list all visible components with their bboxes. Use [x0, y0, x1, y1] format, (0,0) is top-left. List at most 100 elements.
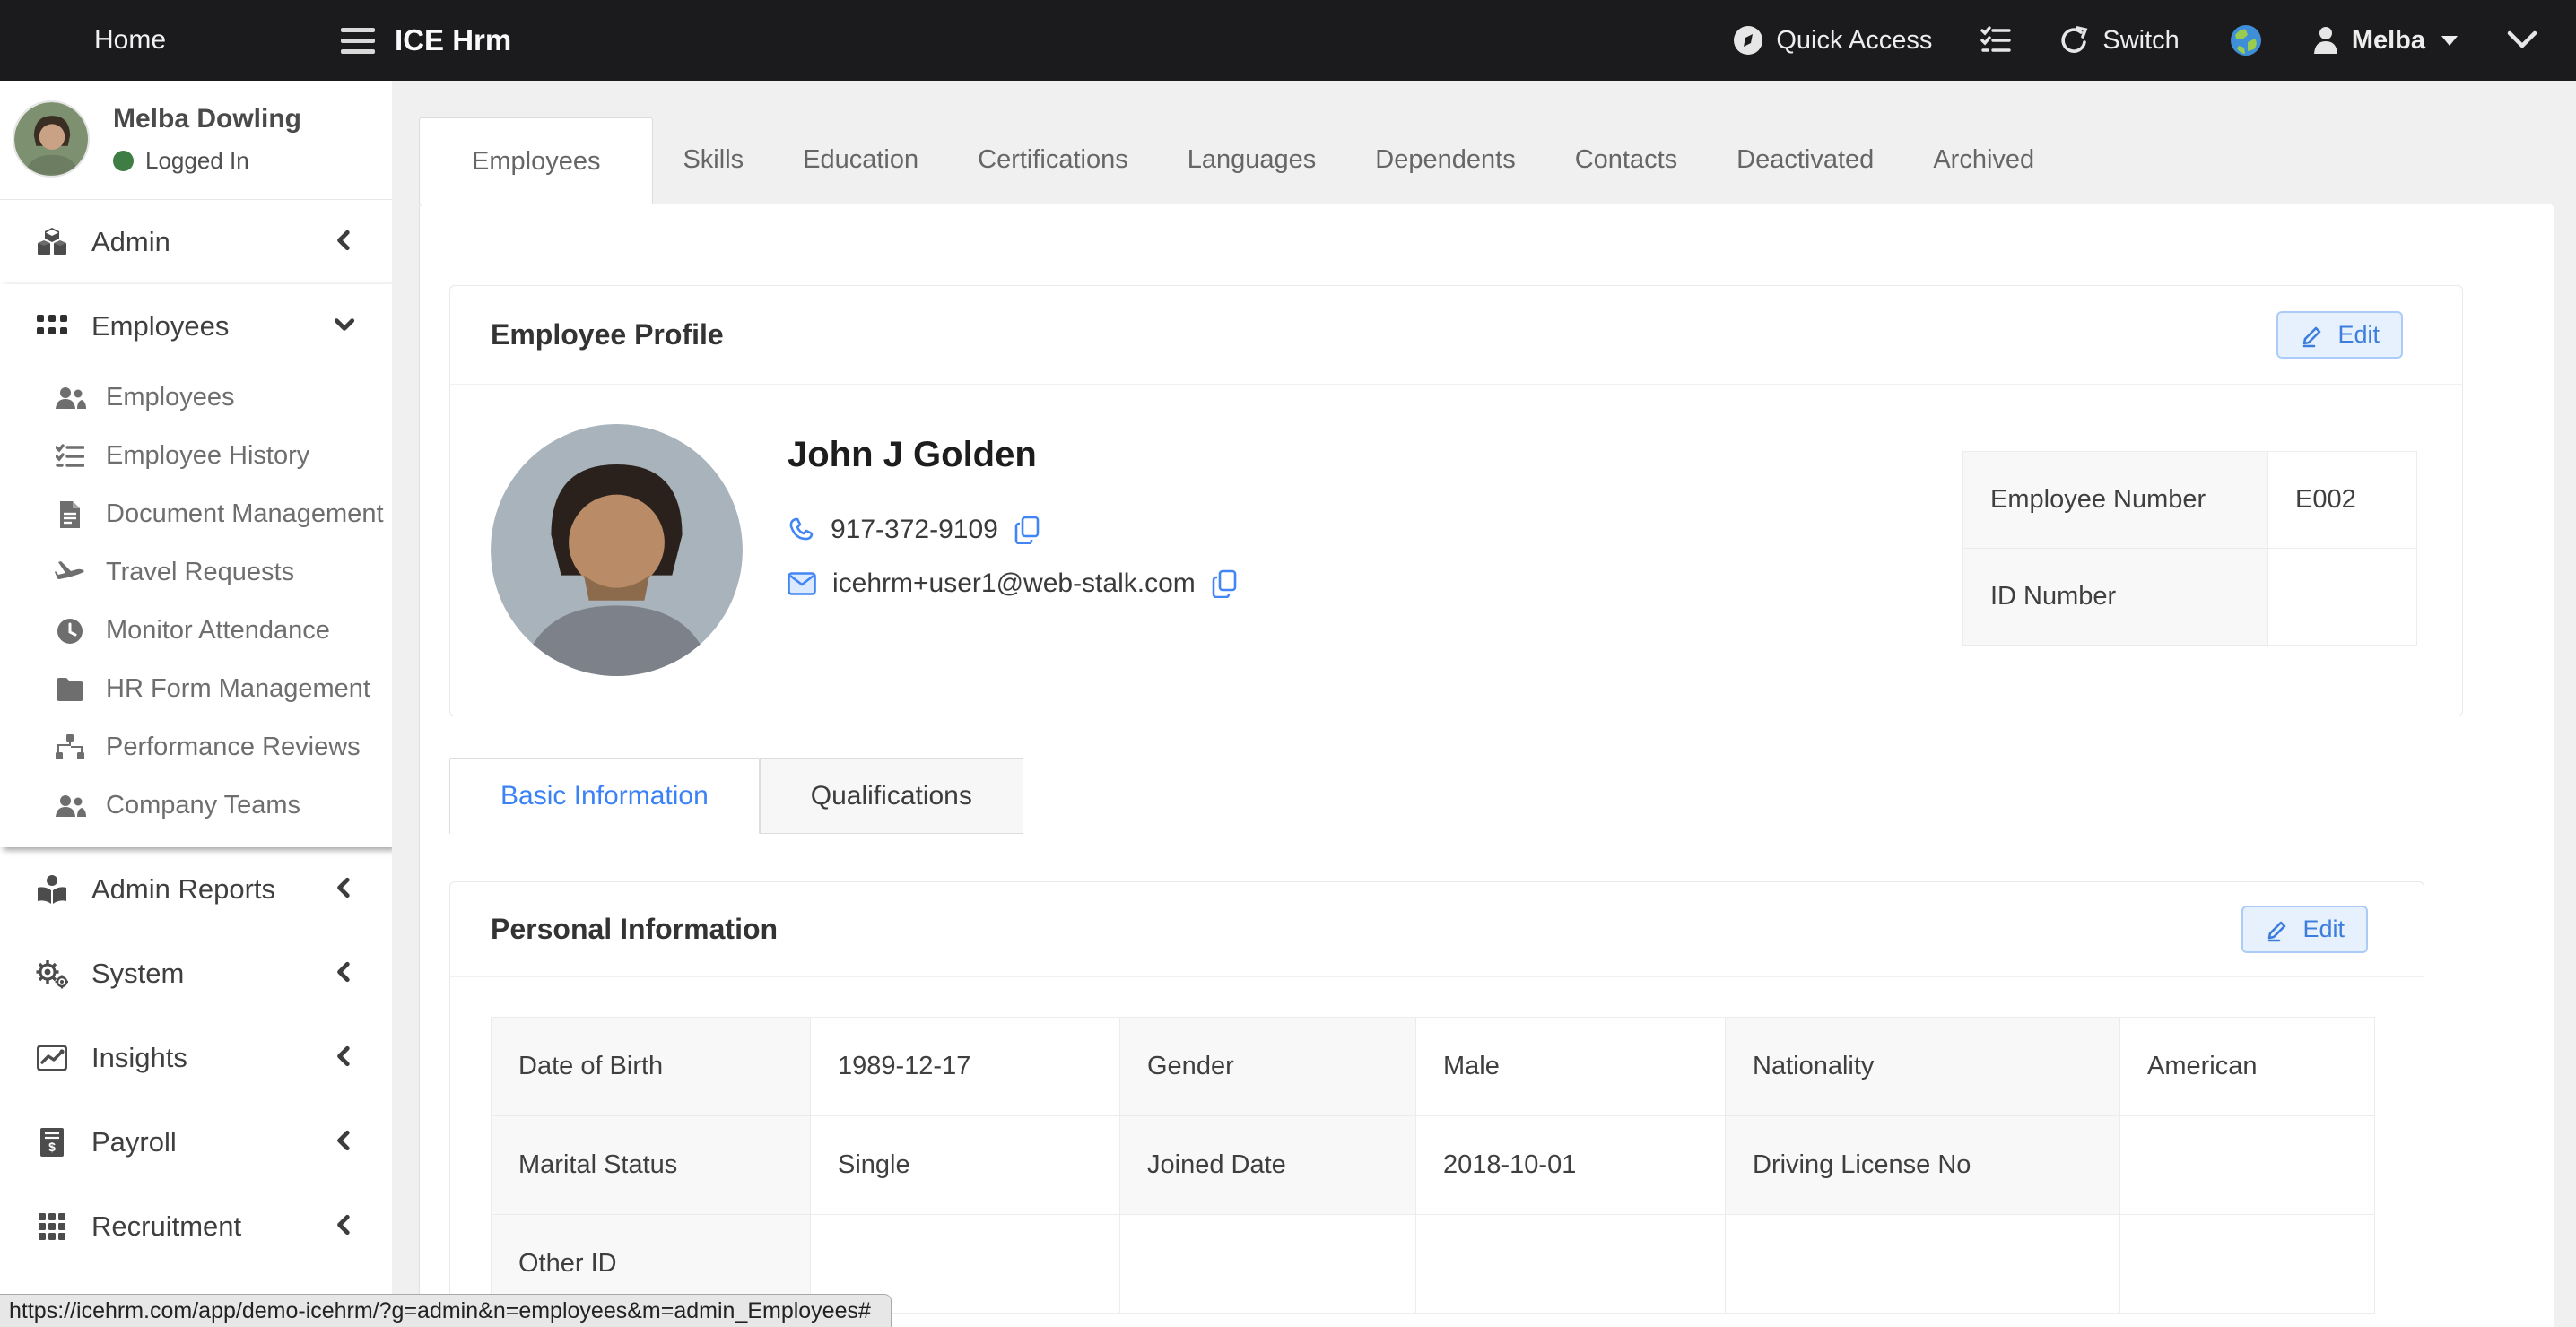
sidebar-item-recruitment[interactable]: Recruitment [0, 1184, 392, 1269]
copy-icon[interactable] [1212, 569, 1237, 598]
field-value [2120, 1116, 2375, 1215]
tab-dependents[interactable]: Dependents [1345, 117, 1545, 204]
tab-basic-information[interactable]: Basic Information [449, 758, 760, 834]
sidebar-item-system[interactable]: System [0, 932, 392, 1016]
employee-email[interactable]: icehrm+user1@web-stalk.com [832, 568, 1196, 599]
field-label: Marital Status [492, 1116, 811, 1215]
svg-text:$: $ [48, 1140, 56, 1154]
browser-status-bar: https://icehrm.com/app/demo-icehrm/?g=ad… [0, 1294, 892, 1327]
tab-certifications[interactable]: Certifications [948, 117, 1158, 204]
chevron-left-icon [333, 1129, 356, 1157]
field-label: Joined Date [1120, 1116, 1416, 1215]
status-url: https://icehrm.com/app/demo-icehrm/?g=ad… [9, 1298, 871, 1324]
language-globe-button[interactable] [2228, 22, 2264, 58]
sidebar-subitem-label: Employees [106, 383, 234, 412]
grid3-icon [32, 1213, 72, 1240]
sidebar-subitem-document-management[interactable]: Document Management [0, 485, 392, 543]
tab-qualifications[interactable]: Qualifications [760, 758, 1023, 834]
sidebar-item-label: System [91, 958, 184, 990]
field-label: Date of Birth [492, 1018, 811, 1116]
logged-in-status-dot [113, 151, 134, 171]
sidebar-subitem-employee-history[interactable]: Employee History [0, 427, 392, 485]
chevron-left-icon [333, 229, 356, 256]
sidebar-user-avatar [13, 100, 90, 178]
sidebar-subitem-travel-requests[interactable]: Travel Requests [0, 543, 392, 602]
switch-button[interactable]: Switch [2059, 25, 2179, 56]
switch-label: Switch [2102, 26, 2179, 56]
sidebar-item-label: Recruitment [91, 1210, 241, 1243]
sidebar-subitem-label: Travel Requests [106, 558, 294, 587]
book-reader-icon [32, 875, 72, 904]
brand-title: ICE Hrm [395, 23, 511, 57]
employee-profile-card: Employee Profile Edit [449, 285, 2463, 716]
module-tabs: Employees Skills Education Certification… [419, 81, 2554, 204]
tab-archived[interactable]: Archived [1903, 117, 2064, 204]
field-value [1120, 1215, 1416, 1314]
clock-icon [52, 618, 88, 645]
employee-phone[interactable]: 917-372-9109 [831, 515, 998, 545]
chevron-down-icon [333, 313, 356, 341]
edit-profile-button[interactable]: Edit [2276, 311, 2403, 359]
copy-icon[interactable] [1014, 516, 1040, 544]
globe-icon [2228, 22, 2264, 58]
users-icon [52, 794, 88, 818]
employee-phone-row: 917-372-9109 [788, 515, 1237, 545]
checklist-icon [1980, 26, 2011, 55]
chart-line-icon [32, 1045, 72, 1071]
field-value [1726, 1215, 2120, 1314]
sidebar-item-label: Employees [91, 310, 229, 343]
sidebar-subitem-performance-reviews[interactable]: Performance Reviews [0, 718, 392, 776]
collapse-topbar-button[interactable] [2506, 30, 2538, 51]
sidebar-subitem-label: Employee History [106, 441, 309, 471]
sidebar-item-payroll[interactable]: $ Payroll [0, 1100, 392, 1184]
user-menu[interactable]: Melba [2312, 26, 2458, 56]
home-link[interactable]: Home [94, 25, 166, 56]
users-icon [52, 386, 88, 410]
sidebar-item-insights[interactable]: Insights [0, 1016, 392, 1100]
sidebar: Melba Dowling Logged In Admin [0, 81, 392, 1327]
tab-contacts[interactable]: Contacts [1545, 117, 1707, 204]
sidebar-subitem-monitor-attendance[interactable]: Monitor Attendance [0, 602, 392, 660]
pencil-icon [2265, 917, 2290, 942]
chevron-left-icon [333, 1213, 356, 1241]
summary-label: Employee Number [1963, 452, 2268, 549]
diagram-icon [52, 734, 88, 761]
quick-access-button[interactable]: Quick Access [1733, 25, 1932, 56]
envelope-icon [788, 572, 816, 595]
sidebar-subitem-employees[interactable]: Employees [0, 369, 392, 427]
tab-skills[interactable]: Skills [653, 117, 773, 204]
tab-languages[interactable]: Languages [1158, 117, 1346, 204]
field-value [1416, 1215, 1726, 1314]
folder-icon [52, 678, 88, 701]
quick-access-label: Quick Access [1776, 26, 1932, 56]
pencil-icon [2300, 323, 2325, 348]
edit-personal-information-button[interactable]: Edit [2241, 906, 2368, 953]
employees-submenu-panel: Employees Employees [0, 284, 392, 847]
employee-summary-table: Employee Number E002 ID Number [1962, 451, 2417, 646]
tab-education[interactable]: Education [773, 117, 948, 204]
profile-section-tabs: Basic Information Qualifications [449, 758, 2554, 834]
tab-deactivated[interactable]: Deactivated [1707, 117, 1903, 204]
edit-button-label: Edit [2302, 915, 2345, 943]
tab-employees[interactable]: Employees [419, 117, 653, 204]
sidebar-item-admin[interactable]: Admin [0, 200, 392, 284]
field-label: Nationality [1726, 1018, 2120, 1116]
sidebar-item-admin-reports[interactable]: Admin Reports [0, 847, 392, 932]
hamburger-menu-icon[interactable] [341, 28, 375, 54]
employee-name: John J Golden [788, 435, 1237, 475]
invoice-icon: $ [32, 1128, 72, 1157]
employee-photo [491, 424, 743, 676]
caret-down-icon [2441, 36, 2458, 46]
user-icon [2312, 26, 2339, 55]
chevron-down-icon [2506, 30, 2538, 51]
checklist-button[interactable] [1980, 26, 2011, 55]
phone-icon [788, 516, 814, 543]
plane-icon [52, 559, 88, 586]
summary-value: E002 [2268, 452, 2417, 549]
switch-icon [2059, 25, 2090, 56]
summary-label: ID Number [1963, 549, 2268, 646]
sidebar-subitem-hr-form-management[interactable]: HR Form Management [0, 660, 392, 718]
sidebar-item-employees-group[interactable]: Employees [0, 284, 392, 369]
sidebar-user-name: Melba Dowling [113, 104, 301, 134]
sidebar-subitem-company-teams[interactable]: Company Teams [0, 776, 392, 835]
